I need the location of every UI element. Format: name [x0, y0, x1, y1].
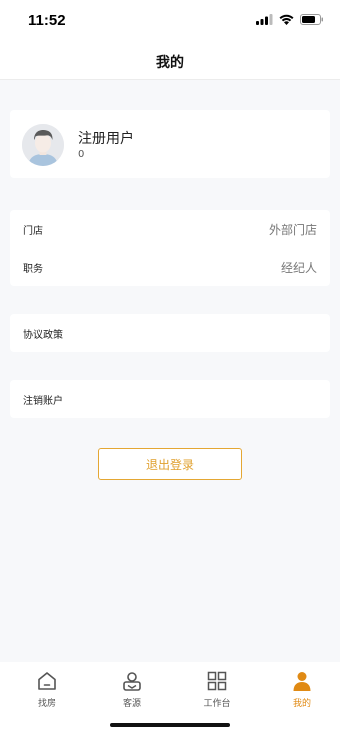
nav-bar: 我的 — [0, 44, 340, 80]
tab-mine-label: 我的 — [292, 699, 311, 709]
status-time: 11:52 — [28, 12, 66, 29]
position-label: 职务 — [23, 263, 43, 275]
avatar-person-icon — [22, 124, 64, 166]
agreement-label: 协议政策 — [23, 329, 63, 341]
tab-find-house-label: 找房 — [37, 699, 56, 709]
store-label: 门店 — [23, 225, 43, 237]
status-icons — [256, 14, 324, 25]
tab-mine[interactable]: 我的 — [272, 670, 332, 709]
home-indicator — [110, 723, 230, 727]
info-card: 门店 外部门店 职务 经纪人 — [10, 210, 330, 286]
signal-icon — [256, 14, 273, 25]
person-icon — [293, 672, 311, 691]
cancel-account-label: 注销账户 — [23, 395, 63, 407]
position-value: 经纪人 — [280, 260, 317, 275]
tab-clients[interactable]: 客源 — [102, 670, 162, 709]
cancel-account-row[interactable]: 注销账户 — [10, 380, 330, 418]
store-value: 外部门店 — [268, 222, 317, 237]
profile-card[interactable]: 注册用户 0 — [10, 110, 330, 178]
battery-icon — [300, 14, 323, 25]
page-title: 我的 — [156, 54, 184, 71]
home-icon — [38, 672, 56, 690]
status-bar: 11:52 — [0, 0, 340, 44]
client-icon — [123, 672, 141, 691]
wifi-icon — [279, 14, 294, 25]
cancel-account-item[interactable]: 注销账户 — [10, 380, 330, 418]
store-row[interactable]: 门店 外部门店 — [10, 210, 330, 248]
agreement-policy-item[interactable]: 协议政策 — [10, 314, 330, 352]
tab-clients-label: 客源 — [122, 699, 141, 709]
tab-find-house[interactable]: 找房 — [17, 670, 77, 709]
profile-subtext: 0 — [78, 149, 85, 160]
position-row[interactable]: 职务 经纪人 — [10, 248, 330, 286]
logout-button[interactable]: 退出登录 — [98, 448, 242, 480]
profile-name: 注册用户 — [78, 131, 134, 147]
agreement-row[interactable]: 协议政策 — [10, 314, 330, 352]
grid-icon — [207, 671, 227, 691]
tab-workbench[interactable]: 工作台 — [187, 670, 247, 709]
avatar[interactable] — [22, 124, 64, 166]
tab-workbench-label: 工作台 — [203, 699, 231, 709]
